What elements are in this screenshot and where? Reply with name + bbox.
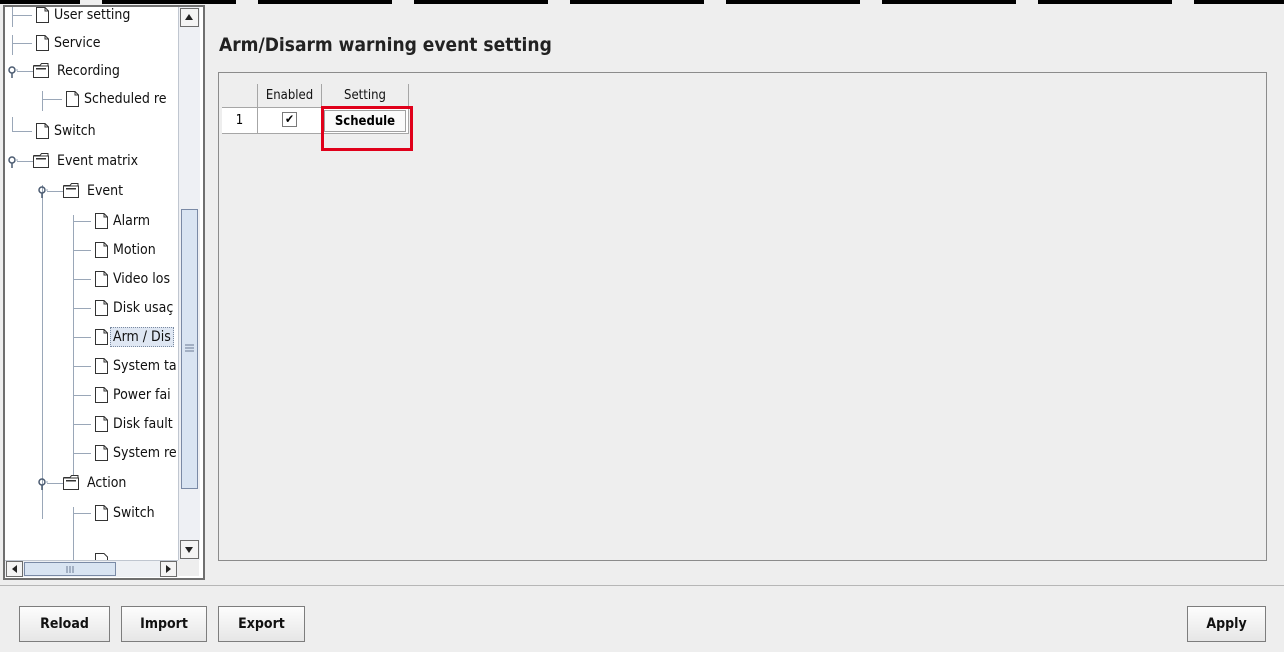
tree-item-alarm[interactable]: Alarm	[5, 207, 178, 235]
tree-item-label: Motion	[113, 242, 156, 258]
arrow-left-icon	[12, 565, 17, 573]
folder-open-icon	[63, 475, 79, 490]
tree-item-label: Power fai	[113, 387, 171, 403]
import-button[interactable]: Import	[121, 606, 207, 642]
horizontal-scroll-thumb[interactable]	[24, 562, 116, 576]
tree-item-label: Switch	[113, 505, 155, 521]
tree-item-label: Alarm	[113, 213, 151, 229]
event-setting-table: Enabled Setting 1 ✔ Schedule	[218, 72, 1267, 561]
document-icon	[95, 505, 108, 521]
scroll-left-button[interactable]	[6, 561, 23, 577]
tree-item-label: Scheduled re	[84, 91, 167, 107]
tree-item-switch[interactable]: Switch	[5, 117, 178, 145]
reload-button[interactable]: Reload	[19, 606, 110, 642]
document-icon	[95, 416, 108, 432]
top-edge-strip	[0, 0, 1284, 4]
tree-item-label: Action	[87, 475, 127, 491]
tree-item-video-loss[interactable]: Video los	[5, 265, 178, 293]
page-title: Arm/Disarm warning event setting	[219, 34, 552, 56]
navigation-tree-panel: User setting Service Recording Scheduled…	[3, 5, 205, 580]
export-button[interactable]: Export	[218, 606, 305, 642]
scroll-right-button[interactable]	[160, 561, 177, 577]
document-icon	[36, 7, 49, 23]
tree-item-system-tamper[interactable]: System ta	[5, 352, 178, 380]
document-icon	[36, 35, 49, 51]
scroll-up-button[interactable]	[180, 8, 199, 27]
document-icon	[95, 300, 108, 316]
tree-item-label: System re	[113, 445, 177, 461]
tree-item-label: Disk usaç	[113, 300, 174, 316]
document-icon	[95, 553, 108, 560]
tree-item-label-selected: Arm / Dis	[110, 327, 174, 347]
column-header-setting[interactable]: Setting	[322, 84, 409, 108]
tree-item-label: Event matrix	[57, 153, 139, 169]
tree-item-label: Recording	[57, 63, 120, 79]
folder-open-icon	[33, 63, 49, 78]
column-header-index	[222, 84, 258, 108]
tree-item-recording[interactable]: Recording	[5, 57, 178, 85]
tree-horizontal-scrollbar[interactable]	[5, 560, 178, 577]
folder-open-icon	[63, 183, 79, 198]
tree-item-label: User setting	[54, 7, 131, 23]
tree-item-label: System ta	[113, 358, 177, 374]
tree-item-motion[interactable]: Motion	[5, 236, 178, 264]
scroll-thumb[interactable]	[181, 209, 198, 489]
tree-item-disk-fault[interactable]: Disk fault	[5, 410, 178, 438]
document-icon	[95, 445, 108, 461]
row-index-cell: 1	[222, 108, 258, 134]
column-header-enabled[interactable]: Enabled	[258, 84, 322, 108]
tree-item-power-failure[interactable]: Power fai	[5, 381, 178, 409]
tree-item-action-switch[interactable]: Switch	[5, 499, 178, 527]
row-index: 1	[235, 113, 244, 128]
arrow-up-icon	[185, 14, 193, 20]
scrollbar-corner	[178, 560, 199, 576]
document-icon	[66, 91, 79, 107]
scroll-down-button[interactable]	[180, 540, 199, 559]
tree-item-service[interactable]: Service	[5, 29, 178, 57]
enabled-cell[interactable]: ✔	[258, 108, 322, 134]
document-icon	[95, 358, 108, 374]
tree-item-disk-usage[interactable]: Disk usaç	[5, 294, 178, 322]
tree-item-label: Service	[54, 35, 101, 51]
tree-item-event[interactable]: Event	[5, 177, 178, 205]
tree-item-label: Disk fault	[113, 416, 173, 432]
grip-icon	[185, 344, 194, 352]
tree-item-label: Video los	[113, 271, 171, 287]
grip-icon	[66, 566, 74, 573]
arrow-right-icon	[166, 565, 171, 573]
document-icon	[95, 387, 108, 403]
document-icon	[95, 329, 108, 345]
footer-separator	[0, 585, 1284, 586]
tree-item-scheduled-recording[interactable]: Scheduled re	[5, 85, 178, 113]
tree-item-system-reboot[interactable]: System re	[5, 439, 178, 467]
tree-item-arm-disarm[interactable]: Arm / Dis	[5, 323, 178, 351]
enabled-checkbox[interactable]: ✔	[282, 112, 297, 127]
tree-item-label: Switch	[54, 123, 96, 139]
document-icon	[95, 271, 108, 287]
navigation-tree: User setting Service Recording Scheduled…	[5, 7, 178, 560]
tree-item-user-setting[interactable]: User setting	[5, 7, 178, 29]
tree-vertical-scrollbar[interactable]	[178, 7, 200, 560]
document-icon	[95, 242, 108, 258]
folder-open-icon	[33, 153, 49, 168]
tree-item-event-matrix[interactable]: Event matrix	[5, 147, 178, 175]
highlight-box	[321, 106, 413, 151]
tree-item-action[interactable]: Action	[5, 469, 178, 497]
tree-item-label: Event	[87, 183, 124, 199]
document-icon	[36, 123, 49, 139]
apply-button[interactable]: Apply	[1187, 606, 1266, 642]
arrow-down-icon	[185, 547, 193, 553]
document-icon	[95, 213, 108, 229]
checkmark-icon: ✔	[284, 112, 295, 126]
